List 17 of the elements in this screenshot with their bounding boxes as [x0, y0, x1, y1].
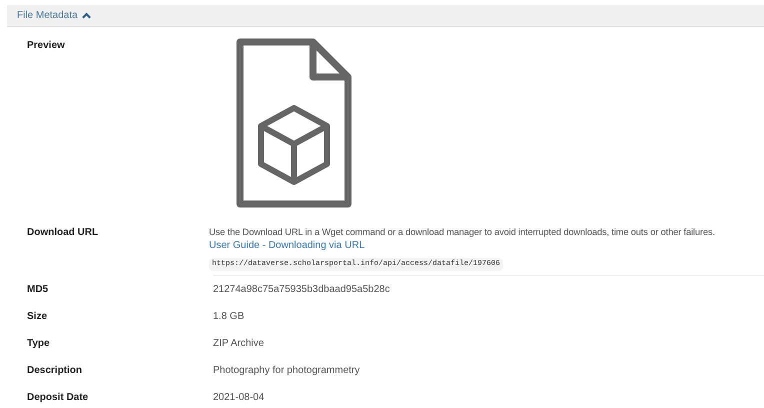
field-label: Download URL: [27, 226, 100, 240]
field-label: Preview: [27, 39, 66, 53]
field-label: MD5: [27, 283, 50, 298]
field-label: Size: [27, 310, 48, 324]
field-value: Photography for photogrammetry: [213, 364, 360, 378]
help-link[interactable]: User Guide - Downloading via URL: [209, 239, 715, 253]
field-label: Type: [27, 337, 51, 352]
field-value: 2021-08-04: [213, 391, 264, 406]
field-value: 21274a98c75a75935b3dbaad95a5b28c: [213, 283, 390, 298]
help-text: Use the Download URL in a Wget command or a download manager to avoid interrupted downloads, time outs or other failures.: [209, 226, 715, 239]
field-value: ZIP Archive: [213, 337, 264, 352]
field-label: Description: [27, 364, 84, 378]
chevron-icon: [82, 12, 91, 19]
file-cube-icon: [235, 38, 353, 208]
panel-header[interactable]: File Metadata: [7, 5, 764, 27]
field-label: Deposit Date: [27, 391, 90, 406]
field-value: 1.8 GB: [213, 310, 244, 324]
